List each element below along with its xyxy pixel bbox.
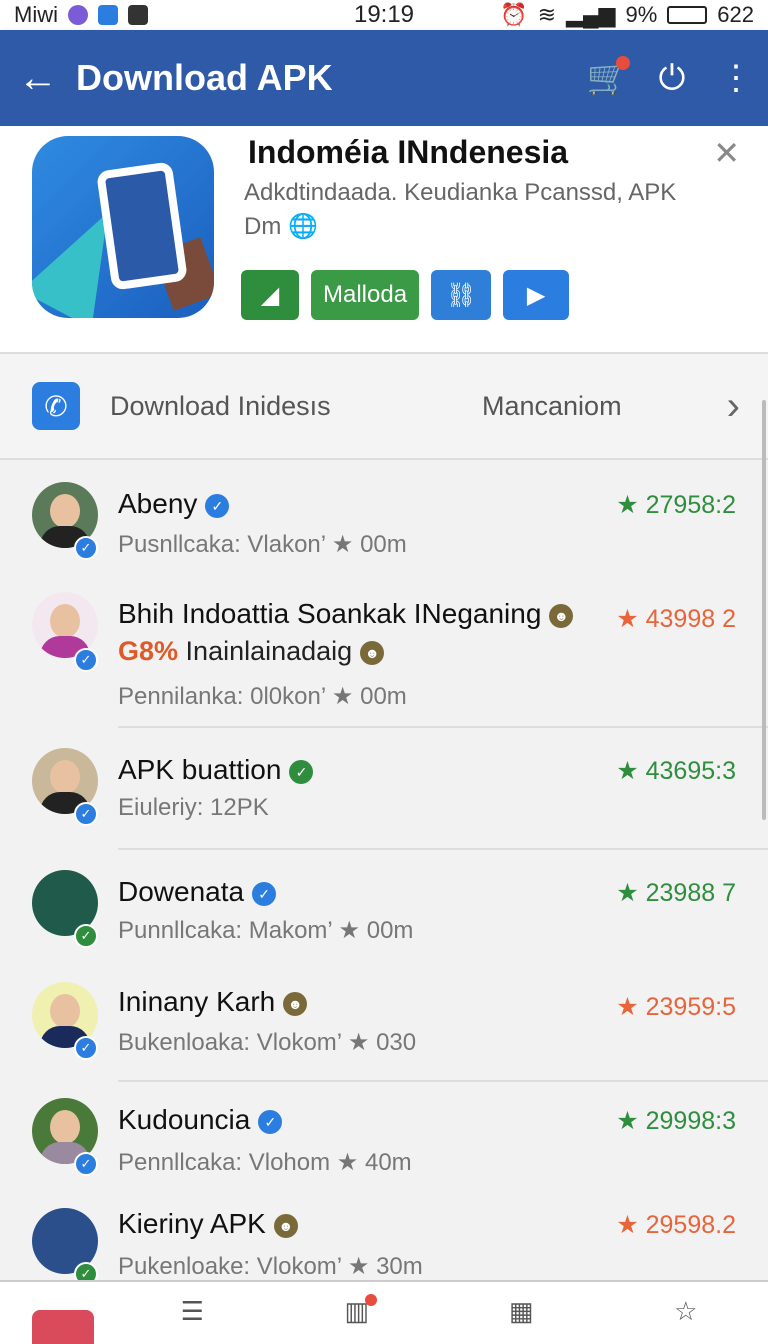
mail-notification-icon xyxy=(128,5,148,25)
tab-calendar[interactable]: ▦ xyxy=(461,1282,581,1327)
verified-icon: ✓ xyxy=(258,1109,283,1134)
verified-badge-icon: ✓ xyxy=(74,1036,98,1060)
verified-badge-icon: ✓ xyxy=(74,536,98,560)
star-icon: ☆ xyxy=(674,1296,698,1326)
item-score: ★ 27958:2 xyxy=(616,491,736,519)
action-buttons: ◢ Malloda ⛓ ▶ xyxy=(241,270,570,320)
emoji-badge-icon: ☻ xyxy=(273,1213,298,1238)
page-title: Download APK xyxy=(76,57,333,98)
item-score: ★ 43695:3 xyxy=(616,757,736,785)
list-item[interactable]: ✓ Dowenata ✓ Punnllcaka: Makom’ ★ 00m ★ 2… xyxy=(0,850,768,966)
verified-icon: ✓ xyxy=(289,759,314,784)
link-button[interactable]: ⛓ xyxy=(431,270,492,320)
item-name: Ininany Karh ☻ xyxy=(118,986,308,1018)
more-menu-icon[interactable]: ⋮ xyxy=(704,46,768,110)
item-name: Abeny ✓ xyxy=(118,488,230,520)
power-icon[interactable]: ⏻ xyxy=(640,46,704,110)
item-score: ★ 23988 7 xyxy=(616,879,736,907)
contact-label: Download Inidesıs xyxy=(110,390,331,421)
item-subtitle: Bukenloaka: Vlokom’ ★ 030 xyxy=(118,1029,417,1056)
item-subtitle: Punnllcaka: Makom’ ★ 00m xyxy=(118,917,414,944)
emoji-badge-icon: ☻ xyxy=(549,603,574,628)
item-name: Kieriny APK ☻ xyxy=(118,1208,298,1240)
item-subtitle: Pusnllcaka: Vlakon’ ★ 00m xyxy=(118,531,407,558)
status-left: Miwi xyxy=(14,2,148,28)
scrollbar[interactable] xyxy=(762,400,766,820)
chevron-right-icon: › xyxy=(726,383,740,428)
verified-icon: ✓ xyxy=(252,881,277,906)
cart-icon[interactable]: 🛒 xyxy=(576,46,640,110)
battery-percent: 9% xyxy=(625,2,658,27)
app-subtitle: Adkdtindaada. Keudianka Pcanssd, APK Dm … xyxy=(244,176,714,244)
list-item[interactable]: ✓ Kudouncia ✓ Pennllcaka: Vlohom ★ 40m ★ … xyxy=(0,1082,768,1198)
list-item[interactable]: ✓ Kieriny APK ☻ Pukenloake: Vlokom’ ★ 30m… xyxy=(0,1198,768,1280)
item-score: ★ 43998 2 xyxy=(616,605,736,633)
list-item[interactable]: ✓ Bhih Indoattia Soankak INeganing ☻ G8% … xyxy=(0,578,768,728)
verified-badge-icon: ✓ xyxy=(74,1262,98,1280)
app-info-card: Indoméia INndenesia Adkdtindaada. Keudi… xyxy=(0,126,768,354)
verified-badge-icon: ✓ xyxy=(74,802,98,826)
verified-icon: ✓ xyxy=(205,493,230,518)
item-subtitle: Pennilanka: 0l0kon’ ★ 00m xyxy=(118,683,407,710)
contact-right-label: Mancaniom xyxy=(482,390,622,421)
stack-icon: ☰ xyxy=(180,1296,204,1326)
item-name: Kudouncia ✓ xyxy=(118,1104,283,1136)
verified-badge-icon: ✓ xyxy=(74,648,98,672)
home-tab-icon[interactable] xyxy=(32,1310,94,1344)
item-subtitle: Pennllcaka: Vlohom ★ 40m xyxy=(118,1149,412,1176)
signal-icon: ▂▄▆ xyxy=(566,2,616,27)
status-right: ⏰ ≋ ▂▄▆ 9% 622 xyxy=(500,2,754,28)
tab-menu[interactable]: ☰ xyxy=(132,1282,252,1327)
verified-badge-icon: ✓ xyxy=(74,1152,98,1176)
status-right-text: 622 xyxy=(717,2,754,27)
app-subtitle-line2: Dm 🌐 xyxy=(244,213,318,240)
app-logo-icon xyxy=(32,136,214,318)
emoji-badge-icon: ☻ xyxy=(360,640,385,665)
tab-favorites[interactable]: ☆ xyxy=(626,1282,746,1327)
item-score: ★ 29598.2 xyxy=(616,1211,736,1239)
verified-badge-icon: ✓ xyxy=(74,924,98,948)
calendar-icon: ▦ xyxy=(508,1296,534,1326)
item-subtitle: Eiuleriy: 12PK xyxy=(118,794,269,821)
back-arrow-icon[interactable]: ← xyxy=(0,56,76,101)
globe-icon: 🌐 xyxy=(288,213,318,240)
tab-stats[interactable]: ▥ xyxy=(297,1282,417,1327)
list-item[interactable]: ✓ Abeny ✓ Pusnllcaka: Vlakon’ ★ 00m ★ 279… xyxy=(0,462,768,578)
download-button[interactable]: Malloda xyxy=(311,270,420,320)
item-name: APK buattion ✓ xyxy=(118,754,314,786)
emoji-badge-icon: ☻ xyxy=(283,991,308,1016)
item-score: ★ 29998:3 xyxy=(616,1107,736,1135)
cart-notification-dot xyxy=(616,56,630,70)
list-item[interactable]: ✓ APK buattion ✓ Eiuleriy: 12PK ★ 43695:3 xyxy=(0,728,768,850)
review-list: ✓ Abeny ✓ Pusnllcaka: Vlakon’ ★ 00m ★ 279… xyxy=(0,462,768,1280)
battery-icon xyxy=(667,6,708,24)
status-bar: Miwi 19:19 ⏰ ≋ ▂▄▆ 9% 622 xyxy=(0,0,768,30)
item-highlight: G8% Inainlainadaig ☻ xyxy=(118,636,385,667)
carrier-label: Miwi xyxy=(14,2,58,27)
app-subtitle-line1: Adkdtindaada. Keudianka Pcanssd, APK xyxy=(244,179,677,206)
item-name: Dowenata ✓ xyxy=(118,876,277,908)
app-notification-icon xyxy=(68,5,88,25)
alarm-icon: ⏰ xyxy=(500,2,528,27)
close-icon[interactable]: ✕ xyxy=(713,134,740,172)
open-button[interactable]: ◢ xyxy=(241,270,299,320)
calendar-notification-icon xyxy=(98,5,118,25)
phone-icon: ✆ xyxy=(32,382,80,430)
bottom-nav: ☰ ▥ ▦ ☆ xyxy=(0,1280,768,1344)
wifi-icon: ≋ xyxy=(537,2,557,27)
item-score: ★ 23959:5 xyxy=(616,993,736,1021)
app-bar: ← Download APK 🛒 ⏻ ⋮ xyxy=(0,30,768,126)
video-button[interactable]: ▶ xyxy=(503,270,570,320)
item-subtitle: Pukenloake: Vlokom’ ★ 30m xyxy=(118,1253,423,1280)
list-item[interactable]: ✓ Ininany Karh ☻ Bukenloaka: Vlokom’ ★ 03… xyxy=(0,966,768,1082)
app-title: Indoméia INndenesia xyxy=(248,134,569,170)
download-contact-row[interactable]: ✆ Download Inidesıs Mancaniom › xyxy=(0,354,768,460)
item-name: Bhih Indoattia Soankak INeganing ☻ xyxy=(118,598,574,630)
